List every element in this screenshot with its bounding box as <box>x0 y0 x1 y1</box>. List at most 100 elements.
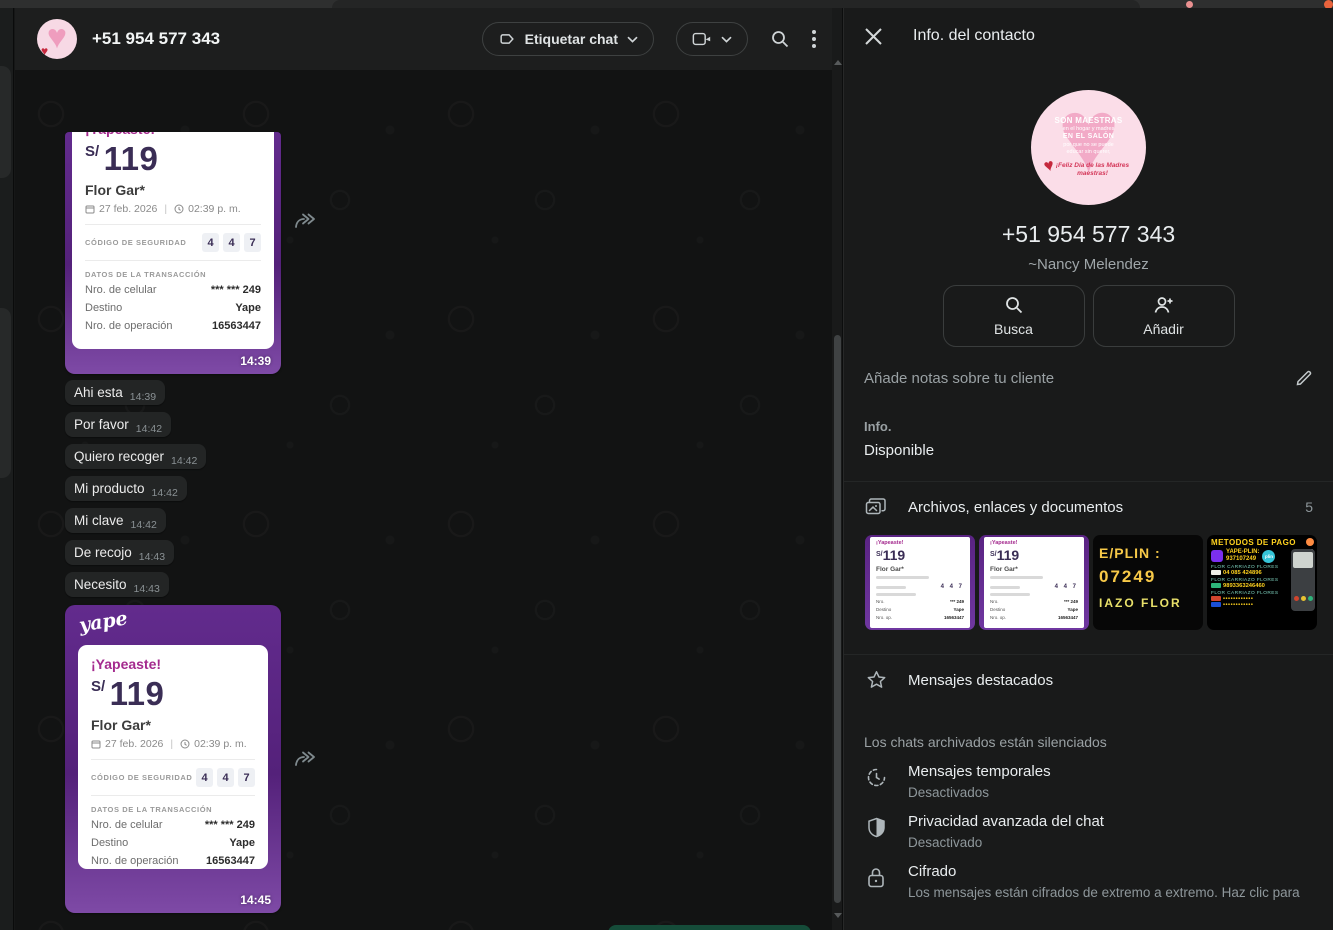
outgoing-message[interactable]: LA CLAVE ES 9020 14:51 <box>608 925 811 930</box>
starred-messages-row[interactable]: Mensajes destacados <box>844 655 1333 700</box>
contact-actions: Busca Añadir <box>844 285 1333 347</box>
message-list: ¡Yapeaste! S/ 119 Flor Gar* 27 feb. 2026… <box>15 70 832 930</box>
receipt-amount: S/ 119 <box>85 142 261 175</box>
chatlist-item-edge <box>0 308 11 478</box>
yape-app-icon <box>1211 550 1223 562</box>
message-time: 14:42 <box>152 487 178 499</box>
encryption-row[interactable]: Cifrado Los mensajes están cifrados de e… <box>844 850 1333 900</box>
yape-logo: yape <box>78 607 130 636</box>
media-row[interactable]: Archivos, enlaces y documentos 5 <box>844 482 1333 527</box>
message-time: 14:39 <box>240 354 271 368</box>
tag-icon <box>498 30 516 48</box>
chat-header: ♥ ♥ +51 954 577 343 Etiquetar chat <box>15 8 832 70</box>
message-time: 14:42 <box>136 423 162 435</box>
media-thumb-receipt-1[interactable]: ¡Yapeaste! S/119 Flor Gar* 4 4 7 Nro.***… <box>865 535 975 630</box>
timer-icon <box>864 767 888 788</box>
receipt-card: ¡Yapeaste! S/ 119 Flor Gar* 27 feb. 2026… <box>72 132 274 349</box>
transaction-data-label: DATOS DE LA TRANSACCIÓN <box>85 270 261 279</box>
about-value: Disponible <box>864 442 1313 459</box>
search-chat-button[interactable]: Busca <box>943 285 1085 347</box>
lock-icon <box>864 867 888 888</box>
incoming-message[interactable]: De recojo14:43 <box>65 540 174 565</box>
browser-tab-edge <box>332 0 1140 8</box>
menu-kebab-icon[interactable] <box>812 30 816 48</box>
close-icon[interactable] <box>864 27 883 46</box>
browser-strip <box>0 0 1333 8</box>
contact-avatar[interactable]: ♥ ♥ <box>37 19 77 59</box>
plin-icon: plin <box>1262 550 1275 563</box>
panel-title: Info. del contacto <box>913 27 1035 45</box>
archived-muted-note: Los chats archivados están silenciados <box>844 734 1333 750</box>
media-thumb-payment-methods[interactable]: METODOS DE PAGO YAPE-PLIN:937107249 plin… <box>1207 535 1317 630</box>
chat-title-phone[interactable]: +51 954 577 343 <box>92 29 220 49</box>
bank-badge <box>1211 602 1221 607</box>
label-chat-button[interactable]: Etiquetar chat <box>482 22 654 56</box>
person-add-icon <box>1153 295 1175 315</box>
receipt-amount: S/ 119 <box>91 677 255 710</box>
scrollbar-up-arrow[interactable] <box>834 60 842 65</box>
calendar-icon <box>85 204 95 214</box>
incoming-message[interactable]: Necesito14:43 <box>65 572 169 597</box>
orange-dot <box>1306 538 1314 546</box>
bank-badge <box>1211 583 1221 588</box>
media-thumb-plin-flyer[interactable]: E/PLIN : 07249 IAZO FLOR <box>1093 535 1203 630</box>
clock-icon <box>174 204 184 214</box>
yape-receipt-image-2[interactable]: yape ¡Yapeaste! S/ 119 Flor Gar* 27 feb.… <box>65 605 281 913</box>
browser-avatar-dot <box>1186 1 1193 8</box>
message-time: 14:42 <box>131 519 157 531</box>
scrollbar-down-arrow[interactable] <box>834 913 842 918</box>
message-time: 14:39 <box>130 391 156 403</box>
video-call-button[interactable] <box>676 22 748 56</box>
receipt-card: ¡Yapeaste! S/ 119 Flor Gar* 27 feb. 2026… <box>78 645 268 869</box>
receipt-datetime: 27 feb. 2026 | 02:39 p. m. <box>91 738 255 750</box>
calendar-icon <box>91 739 101 749</box>
incoming-message[interactable]: Mi clave14:42 <box>65 508 166 533</box>
incoming-message[interactable]: Mi producto14:42 <box>65 476 187 501</box>
chatlist-edge <box>0 8 14 930</box>
security-code-digits: 4 4 7 <box>196 768 255 787</box>
bank-badge <box>1211 596 1221 601</box>
video-camera-icon <box>692 31 712 47</box>
panel-header: Info. del contacto <box>844 8 1333 64</box>
search-icon <box>1004 295 1024 315</box>
whatsapp-window: ♥ ♥ +51 954 577 343 Etiquetar chat <box>0 0 1333 930</box>
transaction-data-label: DATOS DE LA TRANSACCIÓN <box>91 805 255 814</box>
clock-icon <box>180 739 190 749</box>
chat-scrollbar-thumb[interactable] <box>834 335 841 903</box>
security-code-label: CÓDIGO DE SEGURIDAD <box>91 773 192 782</box>
message-time: 14:45 <box>240 893 271 907</box>
client-notes[interactable]: Añade notas sobre tu cliente <box>844 369 1333 387</box>
incoming-message[interactable]: Por favor14:42 <box>65 412 171 437</box>
yape-receipt-image-1[interactable]: ¡Yapeaste! S/ 119 Flor Gar* 27 feb. 2026… <box>65 132 281 374</box>
message-time: 14:43 <box>134 583 160 595</box>
receipt-payee: Flor Gar* <box>85 182 261 198</box>
chatlist-item-edge <box>0 66 11 178</box>
label-chat-text: Etiquetar chat <box>525 31 618 47</box>
contact-info-panel: Info. del contacto ♥ SON MAESTRAS en el … <box>843 8 1333 930</box>
search-icon[interactable] <box>770 29 790 49</box>
add-contact-button[interactable]: Añadir <box>1093 285 1235 347</box>
security-code-label: CÓDIGO DE SEGURIDAD <box>85 238 186 247</box>
media-count: 5 <box>1305 499 1313 515</box>
small-heart-icon: ♥ <box>41 45 48 57</box>
forward-icon[interactable] <box>293 210 317 232</box>
star-icon <box>864 670 888 690</box>
receipt-header: ¡Yapeaste! <box>85 132 261 137</box>
contact-push-name: ~Nancy Melendez <box>844 256 1333 273</box>
media-thumb-receipt-2[interactable]: ¡Yapeaste! S/119 Flor Gar* 4 4 7 Nro.***… <box>979 535 1089 630</box>
advanced-chat-privacy-row[interactable]: Privacidad avanzada del chat Desactivado <box>844 800 1333 850</box>
pencil-icon[interactable] <box>1295 369 1313 387</box>
heart-icon: ♥ <box>47 20 67 54</box>
incoming-message[interactable]: Quiero recoger14:42 <box>65 444 206 469</box>
incoming-message[interactable]: Ahi esta14:39 <box>65 380 165 405</box>
shield-icon <box>864 817 888 838</box>
security-code-digits: 4 4 7 <box>202 233 261 252</box>
chat-column: ♥ ♥ +51 954 577 343 Etiquetar chat <box>15 8 832 930</box>
forward-icon[interactable] <box>293 748 317 770</box>
receipt-datetime: 27 feb. 2026 | 02:39 p. m. <box>85 203 261 215</box>
profile-photo[interactable]: ♥ SON MAESTRAS en el hogar y madres EN E… <box>1031 90 1146 205</box>
media-icon <box>864 497 888 517</box>
pos-terminal <box>1291 549 1315 611</box>
disappearing-messages-row[interactable]: Mensajes temporales Desactivados <box>844 750 1333 800</box>
media-thumbnails: ¡Yapeaste! S/119 Flor Gar* 4 4 7 Nro.***… <box>844 527 1333 630</box>
